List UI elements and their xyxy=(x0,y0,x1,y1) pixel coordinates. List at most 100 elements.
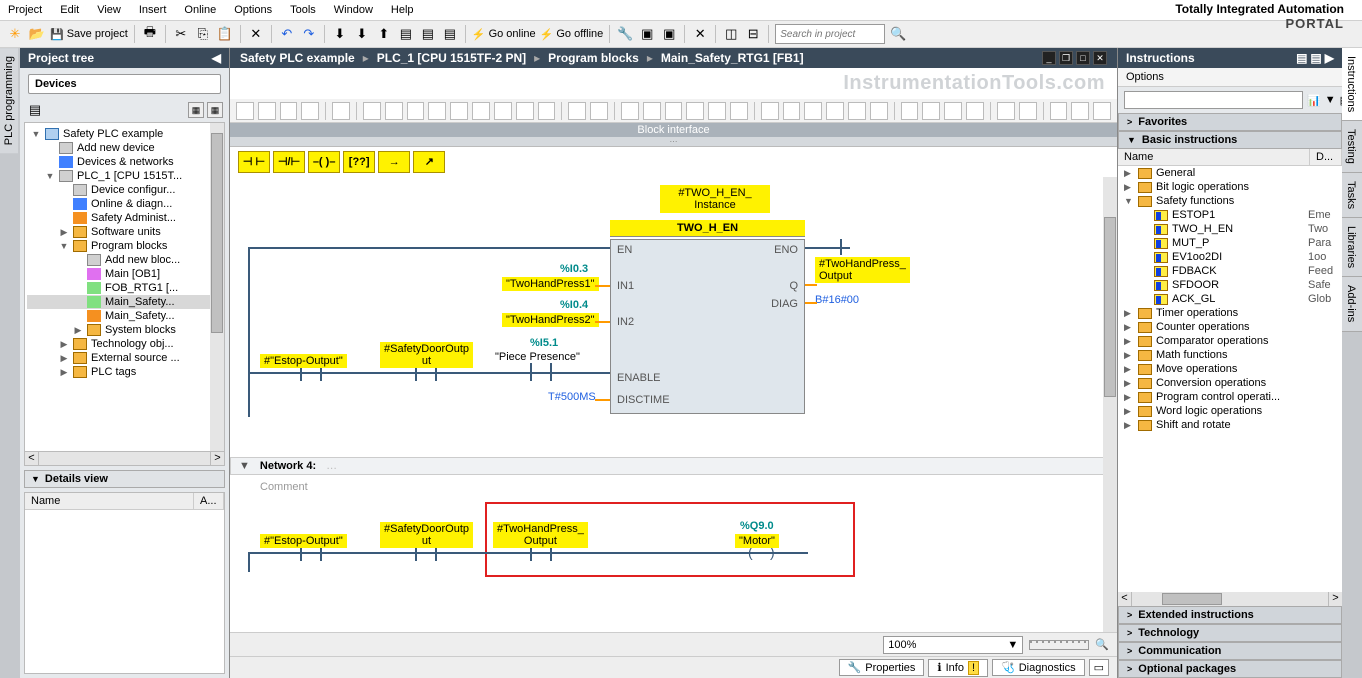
menu-tools[interactable]: Tools xyxy=(290,4,316,16)
communication-section[interactable]: >Communication xyxy=(1118,642,1342,660)
etb-2[interactable] xyxy=(258,102,276,120)
plc-programming-tab[interactable]: PLC programming xyxy=(0,48,18,153)
instr-row[interactable]: ▶Program control operati... xyxy=(1118,390,1342,404)
etb-36[interactable] xyxy=(1071,102,1089,120)
split-v-icon[interactable]: ⊟ xyxy=(744,25,762,43)
etb-27[interactable] xyxy=(848,102,866,120)
instr-row[interactable]: ▶Move operations xyxy=(1118,362,1342,376)
instr-col-d[interactable]: D... xyxy=(1310,149,1342,165)
ipanel-icon-2[interactable]: ▤ xyxy=(1310,51,1321,65)
tree-item[interactable]: ▶External source ... xyxy=(27,351,222,365)
instr-search[interactable] xyxy=(1124,91,1303,109)
instr-row[interactable]: ▶General xyxy=(1118,166,1342,180)
col-addr[interactable]: A... xyxy=(194,493,224,509)
tree-item[interactable]: FOB_RTG1 [... xyxy=(27,281,222,295)
instructions-list[interactable]: Name D... ▶General▶Bit logic operations▼… xyxy=(1118,149,1342,606)
collapse-icon[interactable]: ◀ xyxy=(212,51,221,65)
etb-14[interactable] xyxy=(538,102,556,120)
technology-section[interactable]: >Technology xyxy=(1118,624,1342,642)
etb-11[interactable] xyxy=(472,102,490,120)
instr-hscroll[interactable]: < > xyxy=(1118,592,1342,606)
go-online-button[interactable]: ⚡Go online xyxy=(472,28,536,41)
etb-22[interactable] xyxy=(730,102,748,120)
tb-icon-2[interactable]: ▤ xyxy=(419,25,437,43)
zoom-handle-icon[interactable]: 🔍 xyxy=(1095,638,1109,651)
restore-icon[interactable]: ❐ xyxy=(1059,51,1073,65)
search-input[interactable] xyxy=(775,24,885,44)
block-interface-handle[interactable]: ⋯ xyxy=(230,137,1117,147)
tree-tb-2[interactable]: ▦ xyxy=(188,102,204,118)
tb-icon-4[interactable]: 🔧 xyxy=(616,25,634,43)
menu-options[interactable]: Options xyxy=(234,4,272,16)
tb-icon-5[interactable]: ▣ xyxy=(638,25,656,43)
etb-32[interactable] xyxy=(966,102,984,120)
menu-window[interactable]: Window xyxy=(334,4,373,16)
instr-tb-2[interactable]: ▼ xyxy=(1325,94,1336,106)
rtab-testing[interactable]: Testing xyxy=(1342,121,1362,173)
etb-30[interactable] xyxy=(922,102,940,120)
fav-no[interactable]: ⊣ ⊢ xyxy=(238,151,270,173)
instr-tb-1[interactable]: 📊 xyxy=(1307,94,1321,107)
instr-row[interactable]: ESTOP1Eme xyxy=(1118,208,1342,222)
properties-tab[interactable]: 🔧Properties xyxy=(839,659,925,676)
instr-row[interactable]: MUT_PPara xyxy=(1118,236,1342,250)
etb-29[interactable] xyxy=(901,102,919,120)
instr-col-name[interactable]: Name xyxy=(1118,149,1310,165)
extended-section[interactable]: >Extended instructions xyxy=(1118,606,1342,624)
tb-icon-1[interactable]: ▤ xyxy=(397,25,415,43)
canvas-scrollbar[interactable] xyxy=(1103,177,1117,632)
cut-icon[interactable]: ✂ xyxy=(172,25,190,43)
instr-row[interactable]: TWO_H_ENTwo xyxy=(1118,222,1342,236)
tree-item[interactable]: Main_Safety... xyxy=(27,309,222,323)
etb-28[interactable] xyxy=(870,102,888,120)
fav-box[interactable]: [??] xyxy=(343,151,375,173)
bc-3[interactable]: Main_Safety_RTG1 [FB1] xyxy=(661,51,804,65)
col-name[interactable]: Name xyxy=(25,493,194,509)
etb-26[interactable] xyxy=(826,102,844,120)
etb-37[interactable] xyxy=(1093,102,1111,120)
instr-row[interactable]: ▶Bit logic operations xyxy=(1118,180,1342,194)
split-h-icon[interactable]: ◫ xyxy=(722,25,740,43)
instr-row[interactable]: ▶Math functions xyxy=(1118,348,1342,362)
instr-row[interactable]: SFDOORSafe xyxy=(1118,278,1342,292)
instr-row[interactable]: EV1oo2DI1oo xyxy=(1118,250,1342,264)
etb-5[interactable] xyxy=(332,102,350,120)
etb-18[interactable] xyxy=(643,102,661,120)
etb-8[interactable] xyxy=(407,102,425,120)
delete-icon[interactable]: ✕ xyxy=(247,25,265,43)
menu-view[interactable]: View xyxy=(97,4,121,16)
function-block[interactable]: TWO_H_EN EN IN1 IN2 ENABLE DISCTIME ENO … xyxy=(610,239,805,414)
etb-15[interactable] xyxy=(568,102,586,120)
tree-item[interactable]: Main [OB1] xyxy=(27,267,222,281)
new-project-icon[interactable]: ✳ xyxy=(6,25,24,43)
tree-item[interactable]: Online & diagn... xyxy=(27,197,222,211)
expand-bottom[interactable]: ▭ xyxy=(1089,659,1109,676)
menu-online[interactable]: Online xyxy=(184,4,216,16)
etb-34[interactable] xyxy=(1019,102,1037,120)
menu-project[interactable]: Project xyxy=(8,4,42,16)
etb-21[interactable] xyxy=(708,102,726,120)
fav-branch[interactable]: → xyxy=(378,151,410,173)
etb-6[interactable] xyxy=(363,102,381,120)
etb-4[interactable] xyxy=(301,102,319,120)
rtab-libraries[interactable]: Libraries xyxy=(1342,218,1362,277)
paste-icon[interactable]: 📋 xyxy=(216,25,234,43)
go-offline-button[interactable]: ⚡Go offline xyxy=(540,28,604,41)
open-project-icon[interactable]: 📂 xyxy=(28,25,46,43)
download-icon[interactable]: ⬇ xyxy=(353,25,371,43)
etb-20[interactable] xyxy=(686,102,704,120)
diagnostics-tab[interactable]: 🩺Diagnostics xyxy=(992,659,1085,676)
instr-row[interactable]: FDBACKFeed xyxy=(1118,264,1342,278)
instr-row[interactable]: ▶Word logic operations xyxy=(1118,404,1342,418)
bc-0[interactable]: Safety PLC example xyxy=(240,51,355,65)
tree-item[interactable]: ▼PLC_1 [CPU 1515T... xyxy=(27,169,222,183)
instr-row[interactable]: ▶Shift and rotate xyxy=(1118,418,1342,432)
tree-item[interactable]: Main_Safety... xyxy=(27,295,222,309)
etb-25[interactable] xyxy=(804,102,822,120)
tree-item[interactable]: ▼Program blocks xyxy=(27,239,222,253)
devices-tab[interactable]: Devices xyxy=(28,74,221,94)
tree-item[interactable]: Add new device xyxy=(27,141,222,155)
etb-10[interactable] xyxy=(450,102,468,120)
etb-17[interactable] xyxy=(621,102,639,120)
instr-row[interactable]: ▼Safety functions xyxy=(1118,194,1342,208)
